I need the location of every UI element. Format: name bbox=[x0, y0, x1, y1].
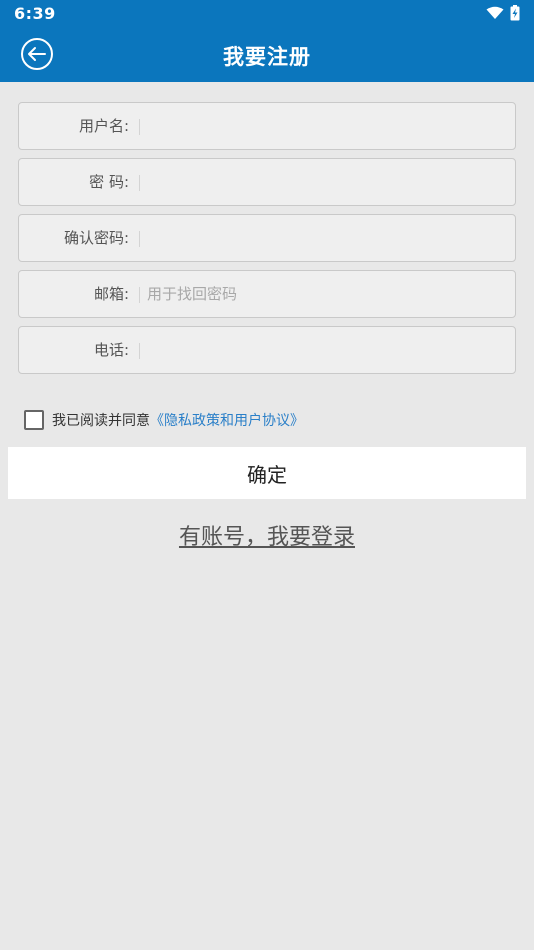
field-divider bbox=[139, 287, 140, 303]
status-bar: 6:39 bbox=[0, 0, 534, 28]
phone-input[interactable] bbox=[143, 334, 511, 366]
password-label: 密 码: bbox=[89, 173, 129, 191]
password-input[interactable] bbox=[143, 166, 511, 198]
agreement-row: 我已阅读并同意 《隐私政策和用户协议》 bbox=[24, 410, 304, 430]
confirm-password-input[interactable] bbox=[143, 222, 511, 254]
confirm-password-label: 确认密码: bbox=[63, 229, 129, 247]
wifi-icon bbox=[486, 6, 504, 19]
email-label: 邮箱: bbox=[93, 285, 129, 303]
status-time: 6:39 bbox=[14, 4, 56, 23]
email-field[interactable]: 邮箱: bbox=[18, 270, 516, 318]
username-input[interactable] bbox=[143, 110, 511, 142]
login-link[interactable]: 有账号，我要登录 bbox=[0, 519, 534, 551]
confirm-button[interactable]: 确定 bbox=[8, 447, 526, 499]
username-label: 用户名: bbox=[78, 117, 129, 135]
app-bar: 我要注册 bbox=[0, 28, 534, 82]
agreement-text: 我已阅读并同意 bbox=[52, 413, 150, 429]
phone-label: 电话: bbox=[93, 341, 129, 359]
field-divider bbox=[139, 231, 140, 247]
password-field[interactable]: 密 码: bbox=[18, 158, 516, 206]
username-field[interactable]: 用户名: bbox=[18, 102, 516, 150]
page-title: 我要注册 bbox=[223, 45, 311, 69]
status-icons bbox=[486, 5, 520, 21]
field-divider bbox=[139, 343, 140, 359]
register-form: 用户名: 密 码: 确认密码: 邮箱: 电话: bbox=[18, 102, 516, 382]
field-divider bbox=[139, 119, 140, 135]
confirm-password-field[interactable]: 确认密码: bbox=[18, 214, 516, 262]
battery-charging-icon bbox=[510, 5, 520, 21]
agreement-checkbox[interactable] bbox=[24, 410, 44, 430]
field-divider bbox=[139, 175, 140, 191]
phone-field[interactable]: 电话: bbox=[18, 326, 516, 374]
privacy-policy-link[interactable]: 《隐私政策和用户协议》 bbox=[150, 410, 304, 430]
email-input[interactable] bbox=[143, 278, 511, 310]
